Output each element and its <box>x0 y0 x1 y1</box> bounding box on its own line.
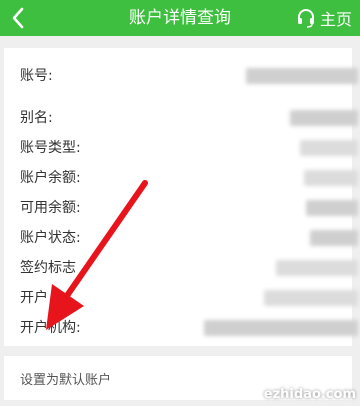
home-label: 主页 <box>319 10 352 29</box>
row-opening: 开户 <box>20 284 358 310</box>
redacted-value <box>276 260 358 276</box>
row-alias: 别名: <box>20 104 358 130</box>
row-status: 账户状态: <box>20 224 358 250</box>
signing-flag-label: 签约标志 <box>20 260 76 276</box>
redacted-value <box>306 200 358 216</box>
headset-icon <box>297 9 314 28</box>
row-available: 可用余额: <box>20 194 358 220</box>
top-bar: 账户详情查询 主页 <box>0 0 360 36</box>
row-institution: 开户机构: <box>20 314 358 340</box>
account-type-label: 账号类型: <box>20 140 81 156</box>
redacted-value <box>246 68 358 84</box>
opening-label: 开户 <box>20 290 48 306</box>
redacted-value <box>304 170 358 186</box>
balance-label: 账户余额: <box>20 170 81 186</box>
row-account-type: 账号类型: <box>20 134 358 160</box>
row-signing-flag: 签约标志 <box>20 254 358 280</box>
account-details-card: 账号: 别名: 账号类型: 账户余额: 可用余额: 账户状态: 签约标志 开户 … <box>4 48 358 346</box>
status-label: 账户状态: <box>20 230 81 246</box>
account-no-label: 账号: <box>20 68 53 84</box>
row-account-no: 账号: <box>20 62 358 88</box>
institution-label: 开户机构: <box>20 320 81 336</box>
alias-label: 别名: <box>20 110 53 126</box>
available-label: 可用余额: <box>20 200 81 216</box>
redacted-value <box>264 290 358 306</box>
redacted-value <box>204 320 358 336</box>
redacted-value <box>300 140 358 156</box>
redacted-value <box>310 230 358 246</box>
redacted-value <box>290 110 358 126</box>
row-balance: 账户余额: <box>20 164 358 190</box>
home-button[interactable]: 主页 <box>296 4 352 32</box>
watermark: ezhidao.com <box>263 387 356 402</box>
